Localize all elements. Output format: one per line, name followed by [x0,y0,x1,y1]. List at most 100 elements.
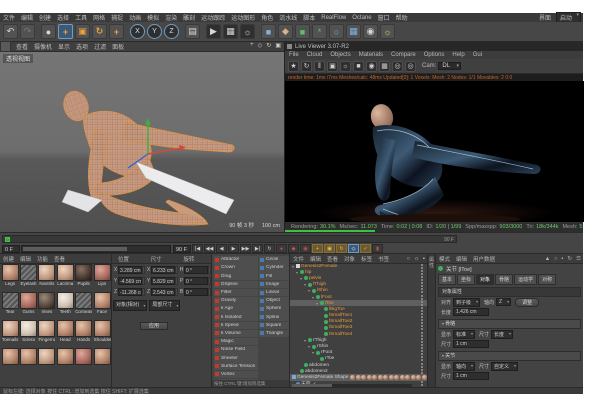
menu-item-流水线[interactable]: 流水线 [276,13,300,22]
pick-focus-icon[interactable]: ◎ [405,61,416,72]
material-item[interactable]: Head [57,320,74,346]
lv-menu-gui[interactable]: Gui [469,52,486,58]
visibility-dots[interactable] [419,332,425,337]
visibility-dots[interactable] [419,264,425,269]
material-thumbnail[interactable] [20,264,37,281]
menu-item-帮助[interactable]: 帮助 [393,13,411,22]
add-environment-icon[interactable]: * [312,24,327,39]
material-item[interactable]: Teeth [57,292,74,318]
goto-end-button[interactable]: ▶| [252,244,263,253]
material-menu-功能[interactable]: 功能 [34,255,51,263]
key-rotation-toggle[interactable]: ↻ [336,244,347,253]
pan-view-icon[interactable]: + [248,42,256,49]
daemon-item-DSpline[interactable]: DSpline [214,281,258,289]
menu-item-网格[interactable]: 网格 [90,13,108,22]
dock-tabs[interactable]: 属性 [428,254,436,388]
size-mode-dropdown[interactable]: 局部尺寸 [149,300,180,311]
material-menu-编辑[interactable]: 编辑 [17,255,34,263]
visibility-dots[interactable] [419,325,425,330]
material-menu-创建[interactable]: 创建 [0,255,17,263]
lock-resolution-icon[interactable]: ■ [353,61,364,72]
material-thumbnail[interactable] [94,348,111,365]
menu-item-选择[interactable]: 选择 [54,13,72,22]
end-frame-field[interactable]: 90 F [173,245,191,253]
material-item[interactable] [20,348,37,374]
daemon-item-Crown[interactable]: Crown [214,264,258,272]
material-thumbnail[interactable] [38,348,55,365]
coord-mode-dropdown[interactable]: 对象(相对) [113,300,147,311]
visibility-dots[interactable] [419,270,425,275]
material-item[interactable]: Pupils [75,264,92,290]
render-view-icon[interactable]: ▶ [206,24,221,39]
material-thumbnail[interactable] [94,320,111,337]
daemon-item-Vortex[interactable]: Vortex [214,371,258,379]
menu-item-创建[interactable]: 创建 [36,13,54,22]
material-thumbnail[interactable] [38,264,55,281]
attribute-tab-坐标[interactable]: 坐标 [457,274,475,285]
material-thumbnail[interactable] [75,264,92,281]
menu-item-动画[interactable]: 动画 [126,13,144,22]
add-light-icon[interactable]: ☼ [380,24,395,39]
visibility-dots[interactable] [419,295,425,300]
material-thumbnail[interactable] [2,264,19,281]
lv-menu-file[interactable]: File [285,52,303,58]
daemon-item-Surface-Tension[interactable]: Surface Tension [214,362,258,370]
key-scale-toggle[interactable]: ▣ [324,244,335,253]
lv-menu-compare[interactable]: Compare [387,52,420,58]
group-header-关节[interactable]: 关节 [438,351,581,361]
attribute-tab-骨骼[interactable]: 骨骼 [495,274,513,285]
visibility-dots[interactable] [419,363,425,368]
menu-item-角色[interactable]: 角色 [258,13,276,22]
om-menu-查看[interactable]: 查看 [324,255,341,263]
view-label[interactable]: 透视视图 [3,54,33,63]
shape-item-Cylinder[interactable]: Cylinder [259,264,289,272]
spinner[interactable] [208,288,211,296]
coord-system-icon[interactable]: ▤ [185,24,200,39]
apply-button[interactable]: 应用 [140,322,168,330]
am-nav-icon[interactable]: ▲ [543,256,552,262]
dropdown-对齐[interactable]: 到子级 [453,298,480,307]
daemon-item-k-Isolated[interactable]: k Isolated [214,313,258,321]
daemon-item-Filter[interactable]: Filter [214,289,258,297]
render-canvas[interactable] [285,81,584,222]
zoom-view-icon[interactable]: ◇ [256,42,265,49]
daemon-item-Magic[interactable]: Magic [214,338,258,346]
shape-item-Spline[interactable]: Spline [259,313,289,321]
toggle-layout-icon[interactable]: ▣ [273,42,283,49]
move-icon[interactable]: + [58,24,73,39]
am-history-icon[interactable]: ↻ [565,256,574,262]
material-item[interactable]: Nostrils [38,264,55,290]
goto-start-button[interactable]: |◀ [192,244,203,253]
visibility-dots[interactable] [419,338,425,343]
spinner[interactable] [208,266,211,274]
redo-icon[interactable]: ↷ [20,24,35,39]
material-item[interactable]: Fingernails [38,320,55,346]
material-item[interactable]: Irises [38,292,55,318]
daemon-item-Attractor[interactable]: Attractor [214,256,258,264]
am-menu-用户数据[interactable]: 用户数据 [470,255,498,263]
dropdown-轴向[interactable]: Z [496,298,511,306]
menu-item-文件[interactable]: 文件 [0,13,18,22]
material-item[interactable]: Tear [2,292,19,318]
menu-item-工具[interactable]: 工具 [72,13,90,22]
menu-item-渲染[interactable]: 渲染 [162,13,180,22]
material-menu-查看[interactable]: 查看 [51,255,68,263]
add-floor-icon[interactable]: ■ [295,24,310,39]
range-handle[interactable] [23,247,127,251]
dropdown-显示[interactable]: 轴向 [453,362,475,371]
prev-key-button[interactable]: ◀◀ [204,244,215,253]
daemon-item-k-Age[interactable]: k Age [214,305,258,313]
dropdown-尺寸[interactable]: 长度 [491,330,513,339]
daemon-item-Sheeter[interactable]: Sheeter [214,354,258,362]
om-menu-文件[interactable]: 文件 [290,255,307,263]
material-item[interactable]: Lacrima [57,264,74,290]
am-menu-编辑[interactable]: 编辑 [453,255,470,263]
add-pen-icon[interactable]: ◆ [278,24,293,39]
reload-icon[interactable]: ↻ [301,61,312,72]
menu-item-脚本[interactable]: 脚本 [300,13,318,22]
om-menu-书签[interactable]: 书签 [375,255,392,263]
menu-item-雕刻[interactable]: 雕刻 [180,13,198,22]
menu-item-运动图形[interactable]: 运动图形 [228,13,258,22]
visibility-dots[interactable] [419,301,425,306]
cam-dropdown[interactable]: DL [438,62,461,70]
